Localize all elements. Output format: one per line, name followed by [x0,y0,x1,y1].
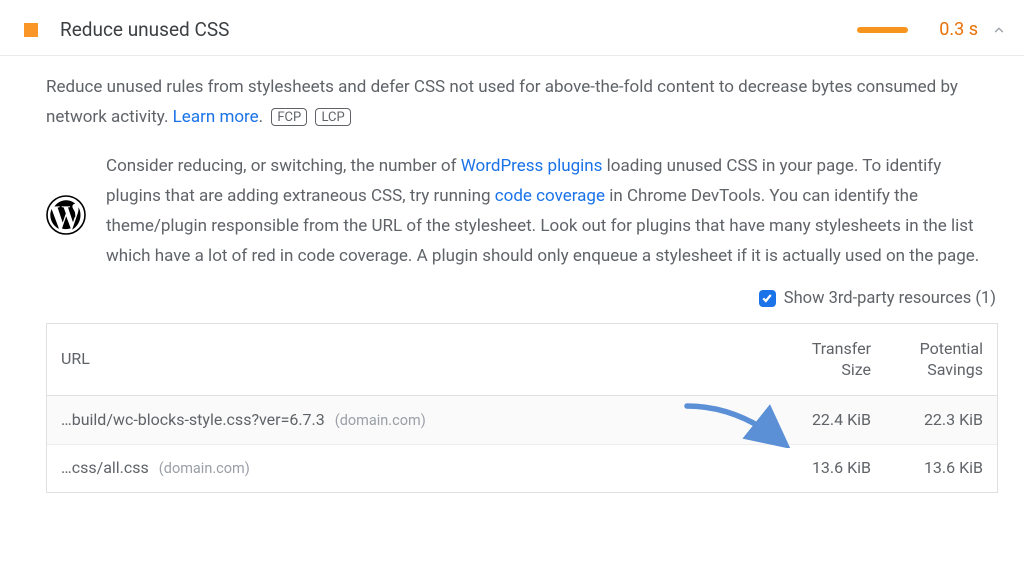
fcp-tag: FCP [271,108,307,126]
chevron-up-icon[interactable] [992,23,1006,37]
row-transfer: 22.4 KiB [759,406,871,434]
row-transfer: 13.6 KiB [759,454,871,482]
wordpress-plugins-link[interactable]: WordPress plugins [461,156,603,176]
stack-pack-text: Consider reducing, or switching, the num… [106,151,998,272]
third-party-label: Show 3rd-party resources (1) [784,284,996,313]
table-header: URL TransferSize PotentialSavings [47,324,997,396]
audit-title: Reduce unused CSS [60,18,857,41]
row-savings: 22.3 KiB [871,406,983,434]
timing-value: 0.3 s [939,19,978,40]
wordpress-icon [46,195,86,235]
col-header-transfer: TransferSize [759,338,871,381]
col-header-savings: PotentialSavings [871,338,983,381]
audit-description: Reduce unused rules from stylesheets and… [46,72,998,133]
lcp-tag: LCP [315,108,350,126]
resources-table: URL TransferSize PotentialSavings …build… [46,323,998,493]
timing-gauge [857,27,917,33]
col-header-url: URL [61,345,759,373]
row-savings: 13.6 KiB [871,454,983,482]
audit-panel: Reduce unused CSS 0.3 s Reduce unused ru… [0,0,1024,493]
third-party-toggle-row: Show 3rd-party resources (1) [46,284,998,313]
row-url: …css/all.css(domain.com) [61,454,759,482]
code-coverage-link[interactable]: code coverage [495,186,605,206]
row-url: …build/wc-blocks-style.css?ver=6.7.3(dom… [61,406,759,434]
learn-more-link[interactable]: Learn more [173,107,259,127]
stack-pack-block: Consider reducing, or switching, the num… [46,151,998,272]
table-row[interactable]: …css/all.css(domain.com) 13.6 KiB 13.6 K… [47,444,997,492]
audit-header[interactable]: Reduce unused CSS 0.3 s [0,18,1024,56]
third-party-checkbox[interactable] [759,290,776,307]
severity-square-icon [24,23,38,37]
table-row[interactable]: …build/wc-blocks-style.css?ver=6.7.3(dom… [47,396,997,444]
audit-body: Reduce unused rules from stylesheets and… [0,56,1024,493]
